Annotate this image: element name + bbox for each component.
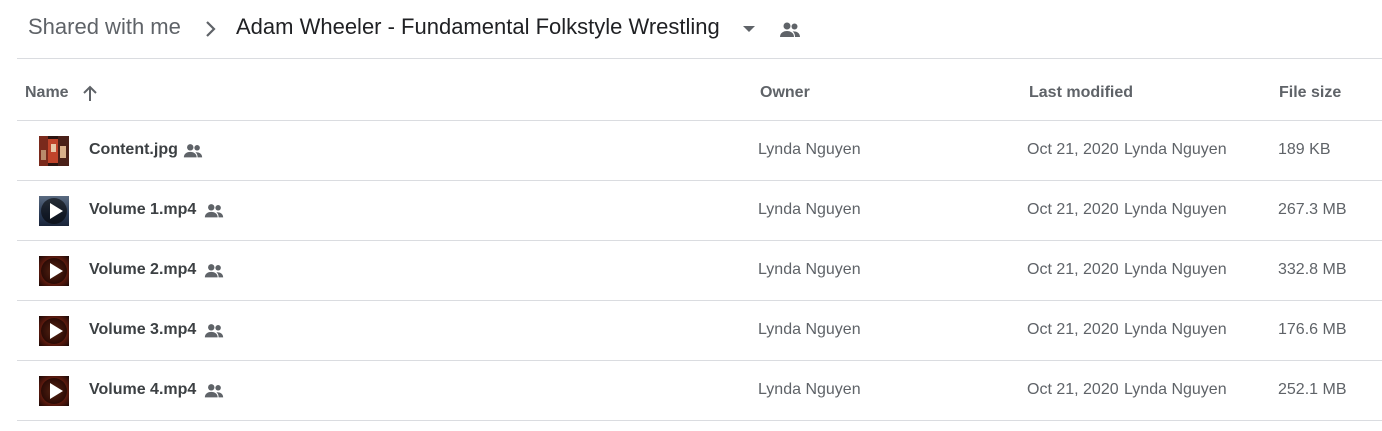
last-modified-date: Oct 21, 2020 (1027, 381, 1119, 398)
people-icon (203, 380, 225, 402)
arrow-upward-icon[interactable] (80, 84, 100, 104)
header-divider (17, 58, 1382, 59)
breadcrumb: Shared with me Adam Wheeler - Fundamenta… (0, 0, 1382, 58)
people-icon (203, 320, 225, 342)
file-name[interactable]: Volume 4.mp4 (89, 381, 196, 399)
play-icon (41, 378, 67, 404)
file-owner: Lynda Nguyen (758, 321, 861, 338)
last-modified-date: Oct 21, 2020 (1027, 261, 1119, 278)
play-icon (41, 318, 67, 344)
file-owner: Lynda Nguyen (758, 261, 861, 278)
last-modified-by: Lynda Nguyen (1124, 201, 1227, 218)
arrow-drop-down-icon[interactable] (738, 18, 760, 40)
column-header-owner[interactable]: Owner (760, 84, 810, 102)
last-modified-date: Oct 21, 2020 (1027, 321, 1119, 338)
row-divider (17, 420, 1382, 421)
column-header-last-modified[interactable]: Last modified (1029, 84, 1133, 102)
breadcrumb-shared-with-me[interactable]: Shared with me (28, 14, 181, 40)
video-thumbnail (39, 196, 69, 226)
file-size: 267.3 MB (1278, 201, 1347, 218)
column-header-name[interactable]: Name (25, 84, 69, 102)
column-header-file-size[interactable]: File size (1279, 84, 1341, 102)
last-modified-by: Lynda Nguyen (1124, 141, 1227, 158)
video-thumbnail (39, 376, 69, 406)
play-icon (41, 198, 67, 224)
people-icon (203, 260, 225, 282)
table-row[interactable]: Volume 4.mp4 Lynda Nguyen Oct 21, 2020 L… (17, 361, 1382, 421)
file-name[interactable]: Volume 1.mp4 (89, 201, 196, 219)
image-thumbnail (39, 136, 69, 166)
last-modified-by: Lynda Nguyen (1124, 381, 1227, 398)
file-name[interactable]: Content.jpg (89, 141, 178, 159)
people-icon (203, 200, 225, 222)
people-icon[interactable] (778, 18, 802, 42)
file-size: 252.1 MB (1278, 381, 1347, 398)
table-row[interactable]: Volume 1.mp4 Lynda Nguyen Oct 21, 2020 L… (17, 181, 1382, 241)
file-name[interactable]: Volume 3.mp4 (89, 321, 196, 339)
file-owner: Lynda Nguyen (758, 201, 861, 218)
last-modified-date: Oct 21, 2020 (1027, 201, 1119, 218)
last-modified-by: Lynda Nguyen (1124, 321, 1227, 338)
file-size: 189 KB (1278, 141, 1331, 158)
file-owner: Lynda Nguyen (758, 141, 861, 158)
people-icon (182, 140, 204, 162)
table-row[interactable]: Volume 2.mp4 Lynda Nguyen Oct 21, 2020 L… (17, 241, 1382, 301)
chevron-right-icon (201, 17, 221, 41)
last-modified-by: Lynda Nguyen (1124, 261, 1227, 278)
play-icon (41, 258, 67, 284)
table-row[interactable]: Content.jpg Lynda Nguyen Oct 21, 2020 Ly… (17, 121, 1382, 181)
file-owner: Lynda Nguyen (758, 381, 861, 398)
file-size: 332.8 MB (1278, 261, 1347, 278)
video-thumbnail (39, 256, 69, 286)
last-modified-date: Oct 21, 2020 (1027, 141, 1119, 158)
file-size: 176.6 MB (1278, 321, 1347, 338)
video-thumbnail (39, 316, 69, 346)
breadcrumb-current-folder[interactable]: Adam Wheeler - Fundamental Folkstyle Wre… (236, 14, 720, 40)
table-row[interactable]: Volume 3.mp4 Lynda Nguyen Oct 21, 2020 L… (17, 301, 1382, 361)
file-name[interactable]: Volume 2.mp4 (89, 261, 196, 279)
